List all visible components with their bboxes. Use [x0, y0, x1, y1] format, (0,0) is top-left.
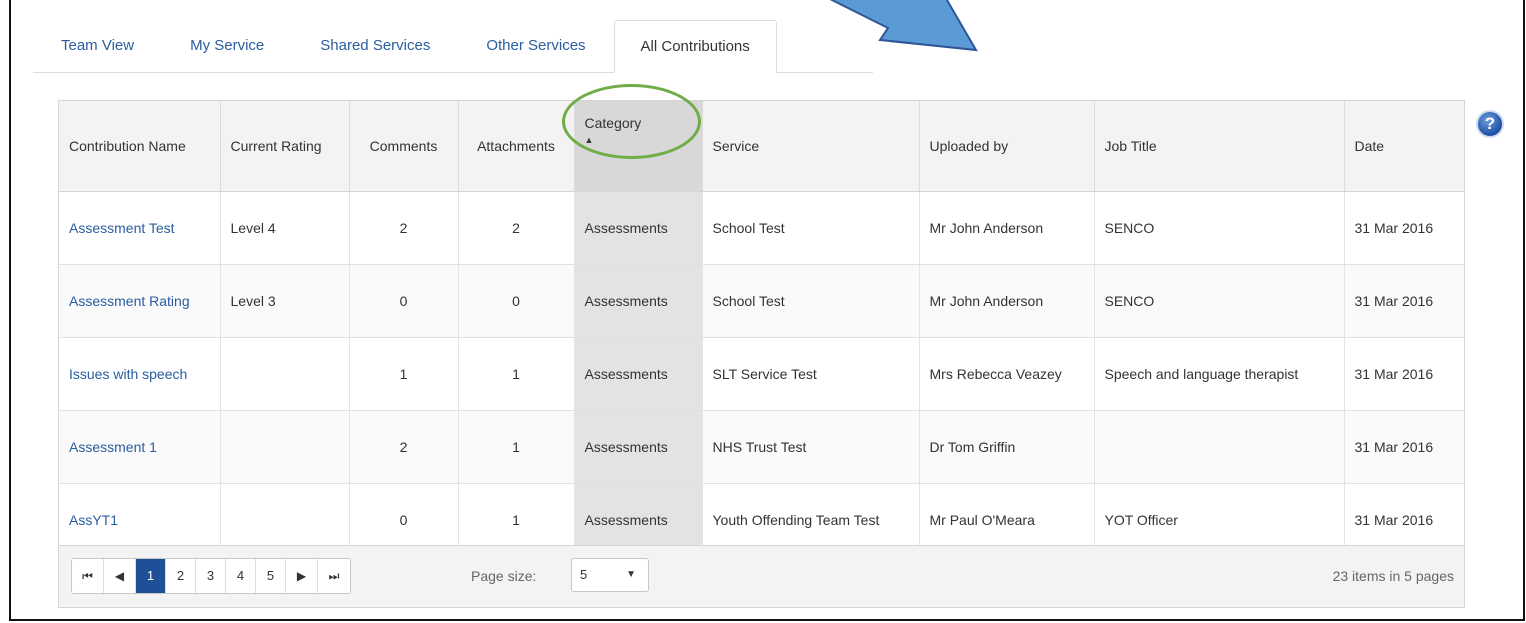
pager: ⏮ ◀ 1 2 3 4 5 ▶ ⏭ Page size: 5 ▼ 23 item… — [59, 545, 1464, 607]
cell-current-rating: Level 4 — [220, 191, 350, 265]
page-size-value: 5 — [580, 567, 588, 582]
column-header-category[interactable]: Category ▲ — [574, 101, 703, 192]
contribution-link[interactable]: Assessment 1 — [69, 439, 157, 455]
cell-date: 31 Mar 2016 — [1344, 337, 1464, 411]
tab-bar: Team View My Service Shared Services Oth… — [33, 20, 873, 73]
cell-category: Assessments — [574, 337, 703, 411]
page-button-3[interactable]: 3 — [196, 559, 226, 593]
cell-current-rating — [220, 337, 350, 411]
cell-attachments: 1 — [458, 337, 575, 411]
tab-other-services[interactable]: Other Services — [458, 20, 613, 72]
cell-service: NHS Trust Test — [702, 410, 920, 484]
cell-category: Assessments — [574, 410, 703, 484]
cell-uploaded-by: Dr Tom Griffin — [919, 410, 1095, 484]
column-header-comments[interactable]: Comments — [349, 101, 459, 192]
column-header-attachments[interactable]: Attachments — [458, 101, 575, 192]
cell-category: Assessments — [574, 264, 703, 338]
contributions-grid: Contribution Name Current Rating Comment… — [58, 100, 1465, 608]
table-row: Assessment Test Level 4 2 2 Assessments … — [59, 191, 1464, 265]
cell-service: School Test — [702, 264, 920, 338]
cell-current-rating — [220, 410, 350, 484]
contribution-link[interactable]: Issues with speech — [69, 366, 187, 382]
pager-info: 23 items in 5 pages — [1332, 568, 1454, 584]
cell-comments: 2 — [349, 410, 459, 484]
cell-job-title: SENCO — [1094, 264, 1345, 338]
cell-current-rating: Level 3 — [220, 264, 350, 338]
column-header-current-rating[interactable]: Current Rating — [220, 101, 350, 192]
cell-attachments: 0 — [458, 264, 575, 338]
column-header-date[interactable]: Date — [1344, 101, 1464, 192]
sort-ascending-icon: ▲ — [584, 135, 594, 145]
first-page-icon[interactable]: ⏮ — [72, 559, 104, 593]
column-header-job-title[interactable]: Job Title — [1094, 101, 1345, 192]
column-header-service[interactable]: Service — [702, 101, 920, 192]
column-header-category-label: Category — [584, 115, 642, 131]
page-button-5[interactable]: 5 — [256, 559, 286, 593]
cell-comments: 2 — [349, 191, 459, 265]
cell-job-title: Speech and language therapist — [1094, 337, 1345, 411]
cell-service: SLT Service Test — [702, 337, 920, 411]
cell-attachments: 1 — [458, 410, 575, 484]
last-page-icon[interactable]: ⏭ — [318, 559, 350, 593]
tab-team-view[interactable]: Team View — [33, 20, 162, 72]
next-page-icon[interactable]: ▶ — [286, 559, 318, 593]
cell-attachments: 2 — [458, 191, 575, 265]
table-row: Issues with speech 1 1 Assessments SLT S… — [59, 337, 1464, 411]
page-size-select[interactable]: 5 ▼ — [571, 558, 649, 592]
cell-comments: 0 — [349, 264, 459, 338]
cell-contribution-name[interactable]: Assessment Test — [59, 191, 221, 265]
cell-job-title — [1094, 410, 1345, 484]
cell-contribution-name[interactable]: Issues with speech — [59, 337, 221, 411]
contribution-link[interactable]: AssYT1 — [69, 512, 118, 528]
tab-shared-services[interactable]: Shared Services — [292, 20, 458, 72]
chevron-down-icon: ▼ — [626, 569, 636, 580]
table-row: Assessment Rating Level 3 0 0 Assessment… — [59, 264, 1464, 338]
cell-date: 31 Mar 2016 — [1344, 264, 1464, 338]
previous-page-icon[interactable]: ◀ — [104, 559, 136, 593]
cell-date: 31 Mar 2016 — [1344, 410, 1464, 484]
page-button-2[interactable]: 2 — [166, 559, 196, 593]
column-header-uploaded-by[interactable]: Uploaded by — [919, 101, 1095, 192]
cell-job-title: SENCO — [1094, 191, 1345, 265]
cell-contribution-name[interactable]: Assessment 1 — [59, 410, 221, 484]
cell-uploaded-by: Mr John Anderson — [919, 264, 1095, 338]
cell-contribution-name[interactable]: Assessment Rating — [59, 264, 221, 338]
cell-uploaded-by: Mrs Rebecca Veazey — [919, 337, 1095, 411]
cell-uploaded-by: Mr John Anderson — [919, 191, 1095, 265]
table-header-row: Contribution Name Current Rating Comment… — [59, 101, 1464, 192]
pager-buttons: ⏮ ◀ 1 2 3 4 5 ▶ ⏭ — [71, 558, 351, 594]
tab-my-service[interactable]: My Service — [162, 20, 292, 72]
page-button-1[interactable]: 1 — [136, 559, 166, 593]
question-circle-icon[interactable]: ? — [1476, 110, 1504, 138]
table-row: Assessment 1 2 1 Assessments NHS Trust T… — [59, 410, 1464, 484]
cell-comments: 1 — [349, 337, 459, 411]
cell-date: 31 Mar 2016 — [1344, 191, 1464, 265]
contributions-table: Contribution Name Current Rating Comment… — [59, 101, 1464, 557]
contribution-link[interactable]: Assessment Rating — [69, 293, 190, 309]
contribution-link[interactable]: Assessment Test — [69, 220, 175, 236]
cell-category: Assessments — [574, 191, 703, 265]
page-size-label: Page size: — [471, 568, 537, 584]
cell-service: School Test — [702, 191, 920, 265]
tab-all-contributions[interactable]: All Contributions — [613, 20, 777, 73]
column-header-contribution-name[interactable]: Contribution Name — [59, 101, 221, 192]
page-button-4[interactable]: 4 — [226, 559, 256, 593]
